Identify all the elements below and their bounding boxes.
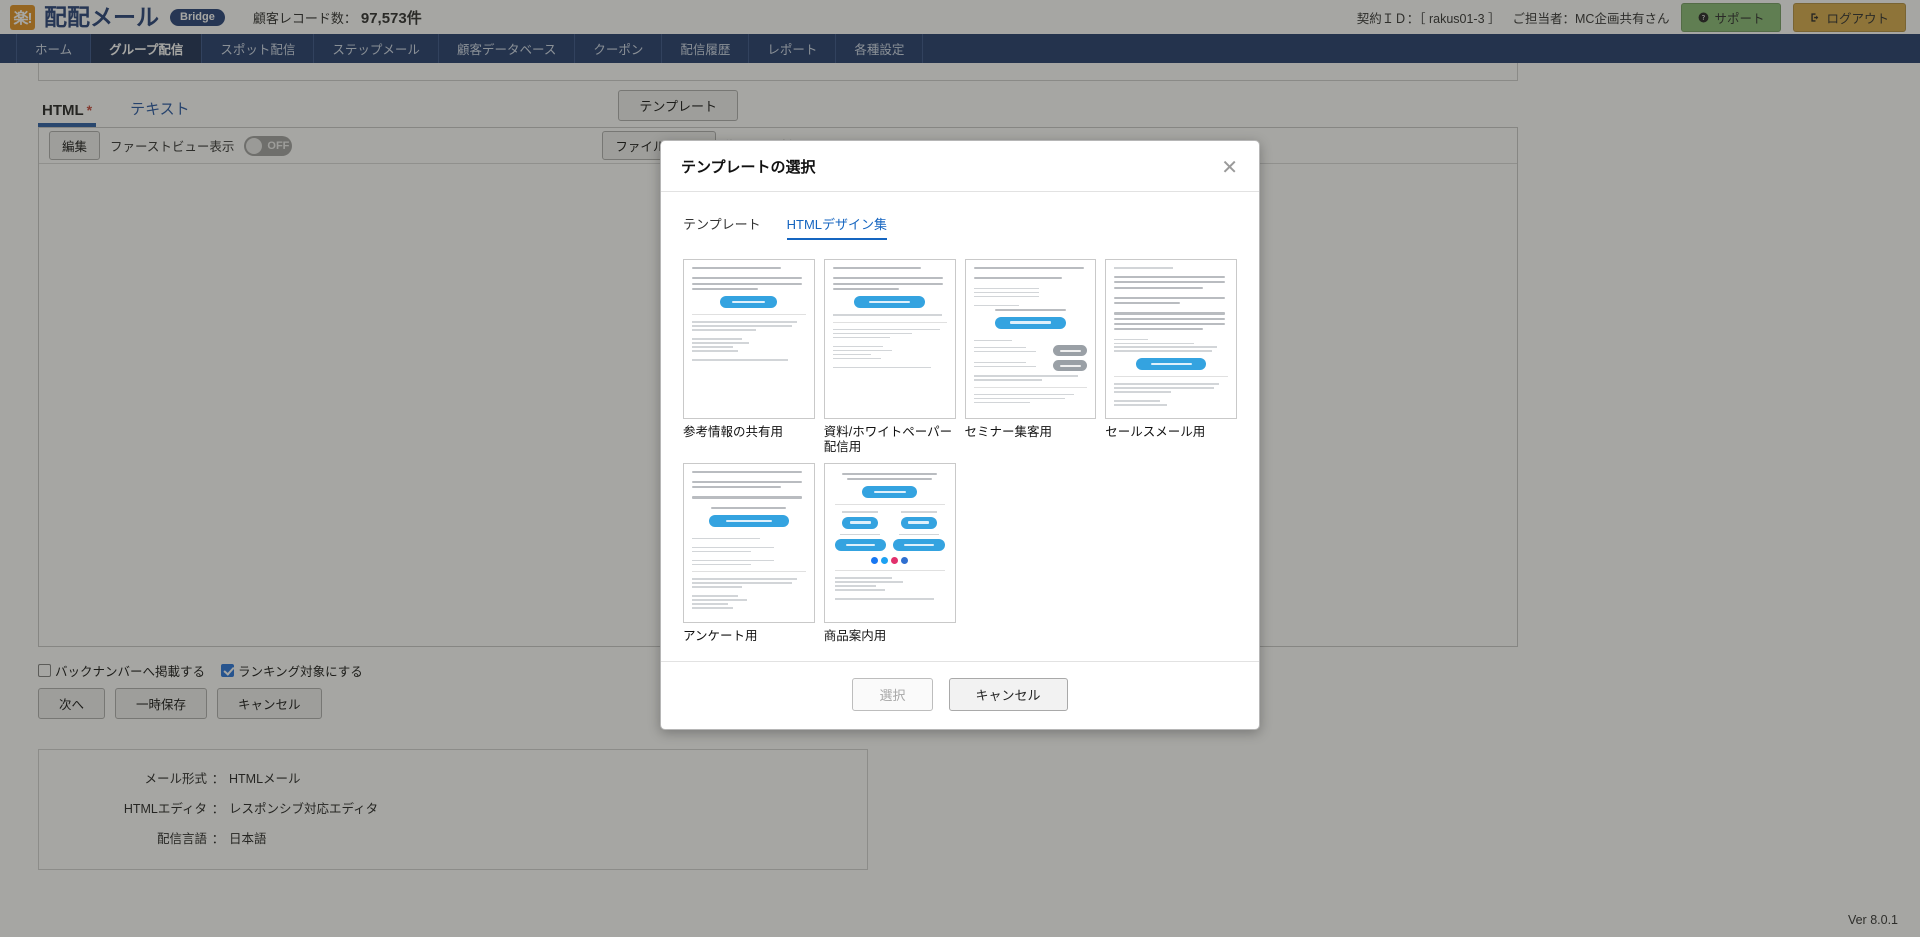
template-card-label: 資料/ホワイトペーパー配信用 [824,425,956,455]
dialog-header: テンプレートの選択 ✕ [661,141,1259,192]
thumb-reference-share-icon [684,260,814,370]
template-thumbnail [683,463,815,623]
social-icons [835,557,945,564]
tab-template[interactable]: テンプレート [683,214,761,239]
template-thumbnail [1105,259,1237,419]
template-thumbnail [965,259,1097,419]
tab-html-design-collection[interactable]: HTMLデザイン集 [787,214,887,239]
dialog-tabs: テンプレート HTMLデザイン集 [683,214,1237,239]
template-thumbnail [824,463,956,623]
template-card-label: 参考情報の共有用 [683,425,815,440]
template-card-label: セミナー集客用 [965,425,1097,440]
template-selection-dialog: テンプレートの選択 ✕ テンプレート HTMLデザイン集 [660,140,1260,730]
thumb-whitepaper-icon [825,260,955,378]
dialog-footer: 選択 キャンセル [661,661,1259,729]
dialog-title: テンプレートの選択 [681,156,816,177]
template-card-seminar[interactable]: セミナー集客用 [965,259,1097,455]
template-card-survey[interactable]: アンケート用 [683,463,815,644]
thumb-survey-icon [684,464,814,619]
thumb-seminar-icon [966,260,1096,413]
thumb-product-icon [825,464,955,612]
dialog-cancel-button[interactable]: キャンセル [949,678,1068,711]
template-card-label: セールスメール用 [1105,425,1237,440]
template-card-reference-share[interactable]: 参考情報の共有用 [683,259,815,455]
thumb-sales-icon [1106,260,1236,415]
template-card-whitepaper[interactable]: 資料/ホワイトペーパー配信用 [824,259,956,455]
template-card-sales[interactable]: セールスメール用 [1105,259,1237,455]
close-icon[interactable]: ✕ [1218,157,1241,177]
template-card-product[interactable]: 商品案内用 [824,463,956,644]
select-button[interactable]: 選択 [852,678,932,711]
template-card-label: アンケート用 [683,629,815,644]
template-grid: 参考情報の共有用 [683,259,1237,643]
template-thumbnail [683,259,815,419]
template-thumbnail [824,259,956,419]
template-card-label: 商品案内用 [824,629,956,644]
dialog-body: テンプレート HTMLデザイン集 [661,192,1259,643]
